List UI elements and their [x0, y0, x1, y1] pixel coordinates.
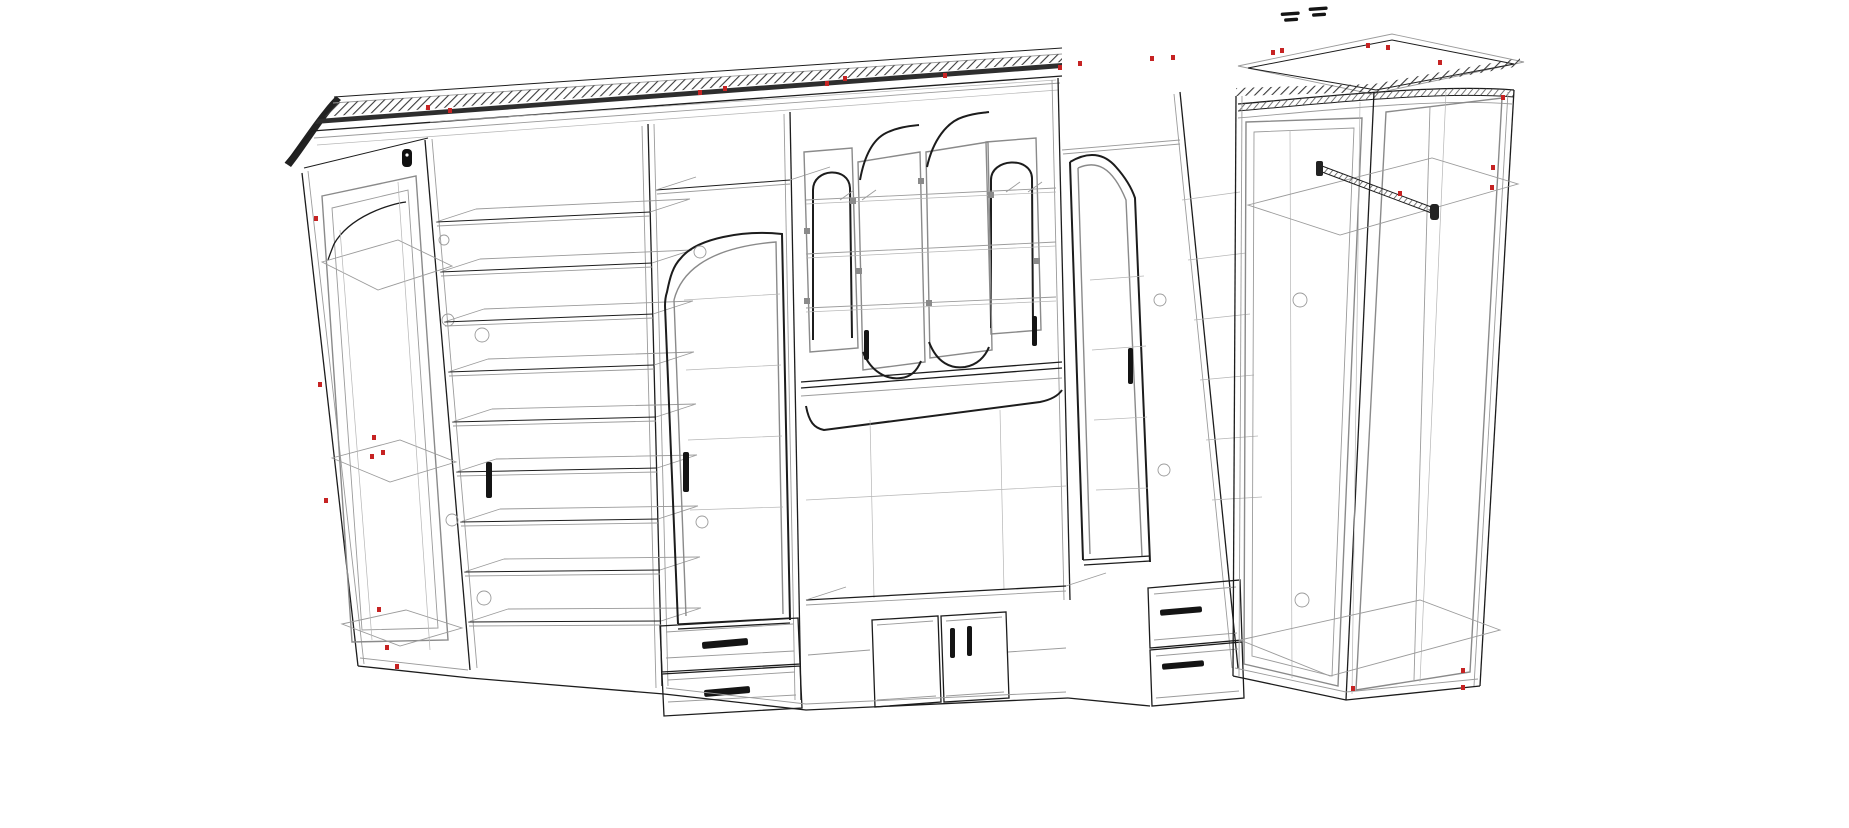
keyhole-icon	[402, 149, 412, 167]
door-handle	[950, 628, 955, 658]
door-handle	[967, 626, 972, 656]
door-handle	[1032, 316, 1037, 346]
door-handle	[683, 452, 689, 492]
door-handle	[486, 462, 492, 498]
cad-viewport[interactable]	[0, 0, 1849, 828]
door-handle	[864, 330, 869, 360]
furniture-wireframe-drawing	[0, 0, 1849, 828]
door-handle	[1128, 348, 1133, 384]
